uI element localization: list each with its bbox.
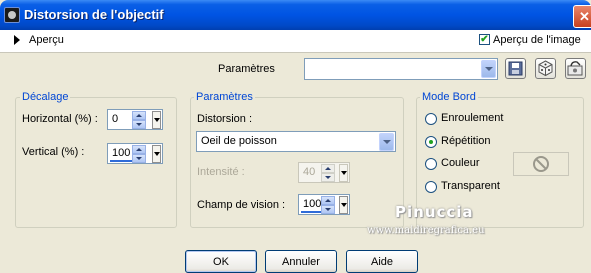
spin-up-icon xyxy=(321,164,335,173)
distortion-label: Distorsion : xyxy=(197,113,253,125)
vertical-offset-input[interactable]: 100 xyxy=(107,143,163,164)
intensity-label: Intensité : xyxy=(197,166,245,178)
fov-slider-button[interactable] xyxy=(339,196,348,214)
help-button[interactable]: Aide xyxy=(346,250,418,273)
chevron-down-icon[interactable] xyxy=(379,133,394,151)
fov-label: Champ de vision : xyxy=(197,199,286,211)
color-label[interactable]: Couleur xyxy=(441,157,480,169)
ok-button[interactable]: OK xyxy=(185,250,257,273)
distortion-dropdown[interactable]: Oeil de poisson xyxy=(196,131,396,152)
fov-input[interactable]: 100 xyxy=(298,194,350,215)
wrap-label[interactable]: Enroulement xyxy=(441,112,503,124)
watermark-url: www.maidiregrafica.eu xyxy=(367,225,485,236)
spin-down-icon[interactable] xyxy=(321,205,335,214)
vertical-label: Vertical (%) : xyxy=(22,146,85,158)
spin-up-icon[interactable] xyxy=(321,196,335,205)
close-button[interactable]: ✕ xyxy=(573,5,591,28)
preview-image-label[interactable]: Aperçu de l'image xyxy=(493,34,581,46)
save-preset-icon xyxy=(508,61,523,76)
radio-wrap[interactable] xyxy=(425,113,437,125)
radio-color[interactable] xyxy=(425,158,437,170)
horizontal-label: Horizontal (%) : xyxy=(22,113,98,125)
spin-up-icon[interactable] xyxy=(132,111,146,120)
chevron-down-icon[interactable] xyxy=(481,60,496,78)
vertical-offset-value: 100 xyxy=(112,147,131,159)
spin-down-icon xyxy=(321,173,335,182)
reset-dice-icon xyxy=(538,60,553,77)
spin-up-icon[interactable] xyxy=(132,145,146,154)
horizontal-slider-button[interactable] xyxy=(152,111,161,129)
app-icon[interactable] xyxy=(4,7,20,23)
horizontal-offset-value: 0 xyxy=(112,113,119,125)
preset-options-button[interactable] xyxy=(565,58,586,79)
no-color-icon xyxy=(533,156,549,172)
intensity-value: 40 xyxy=(303,166,316,178)
repeat-label[interactable]: Répétition xyxy=(441,135,491,147)
preview-image-checkbox[interactable]: ✔ xyxy=(479,34,490,45)
fov-value: 100 xyxy=(303,198,322,210)
presets-label: Paramètres xyxy=(218,63,275,75)
intensity-input: 40 xyxy=(298,162,350,183)
fov-slider-bar xyxy=(301,211,323,213)
vertical-slider-button[interactable] xyxy=(152,145,161,163)
radio-repeat[interactable] xyxy=(425,136,437,148)
intensity-slider-button xyxy=(339,164,348,182)
spin-down-icon[interactable] xyxy=(132,154,146,163)
radio-transparent[interactable] xyxy=(425,181,437,193)
params-group-title: Paramètres xyxy=(194,91,255,103)
distortion-value: Oeil de poisson xyxy=(201,135,277,147)
spin-down-icon[interactable] xyxy=(132,120,146,129)
expand-preview-icon[interactable] xyxy=(14,35,20,45)
edge-color-swatch xyxy=(513,152,569,176)
preset-folder-icon xyxy=(567,61,583,76)
offset-group-title: Décalage xyxy=(20,91,71,103)
window-title: Distorsion de l'objectif xyxy=(24,7,164,22)
watermark-name: Pinuccia xyxy=(395,203,474,221)
horizontal-offset-input[interactable]: 0 xyxy=(107,109,163,130)
save-preset-button[interactable] xyxy=(505,58,526,79)
edge-mode-group-title: Mode Bord xyxy=(420,91,478,103)
presets-dropdown[interactable] xyxy=(304,58,498,80)
preview-toggle-label[interactable]: Aperçu xyxy=(29,34,64,46)
cancel-button[interactable]: Annuler xyxy=(265,250,337,273)
randomize-button[interactable] xyxy=(535,58,556,79)
transparent-label[interactable]: Transparent xyxy=(441,180,500,192)
